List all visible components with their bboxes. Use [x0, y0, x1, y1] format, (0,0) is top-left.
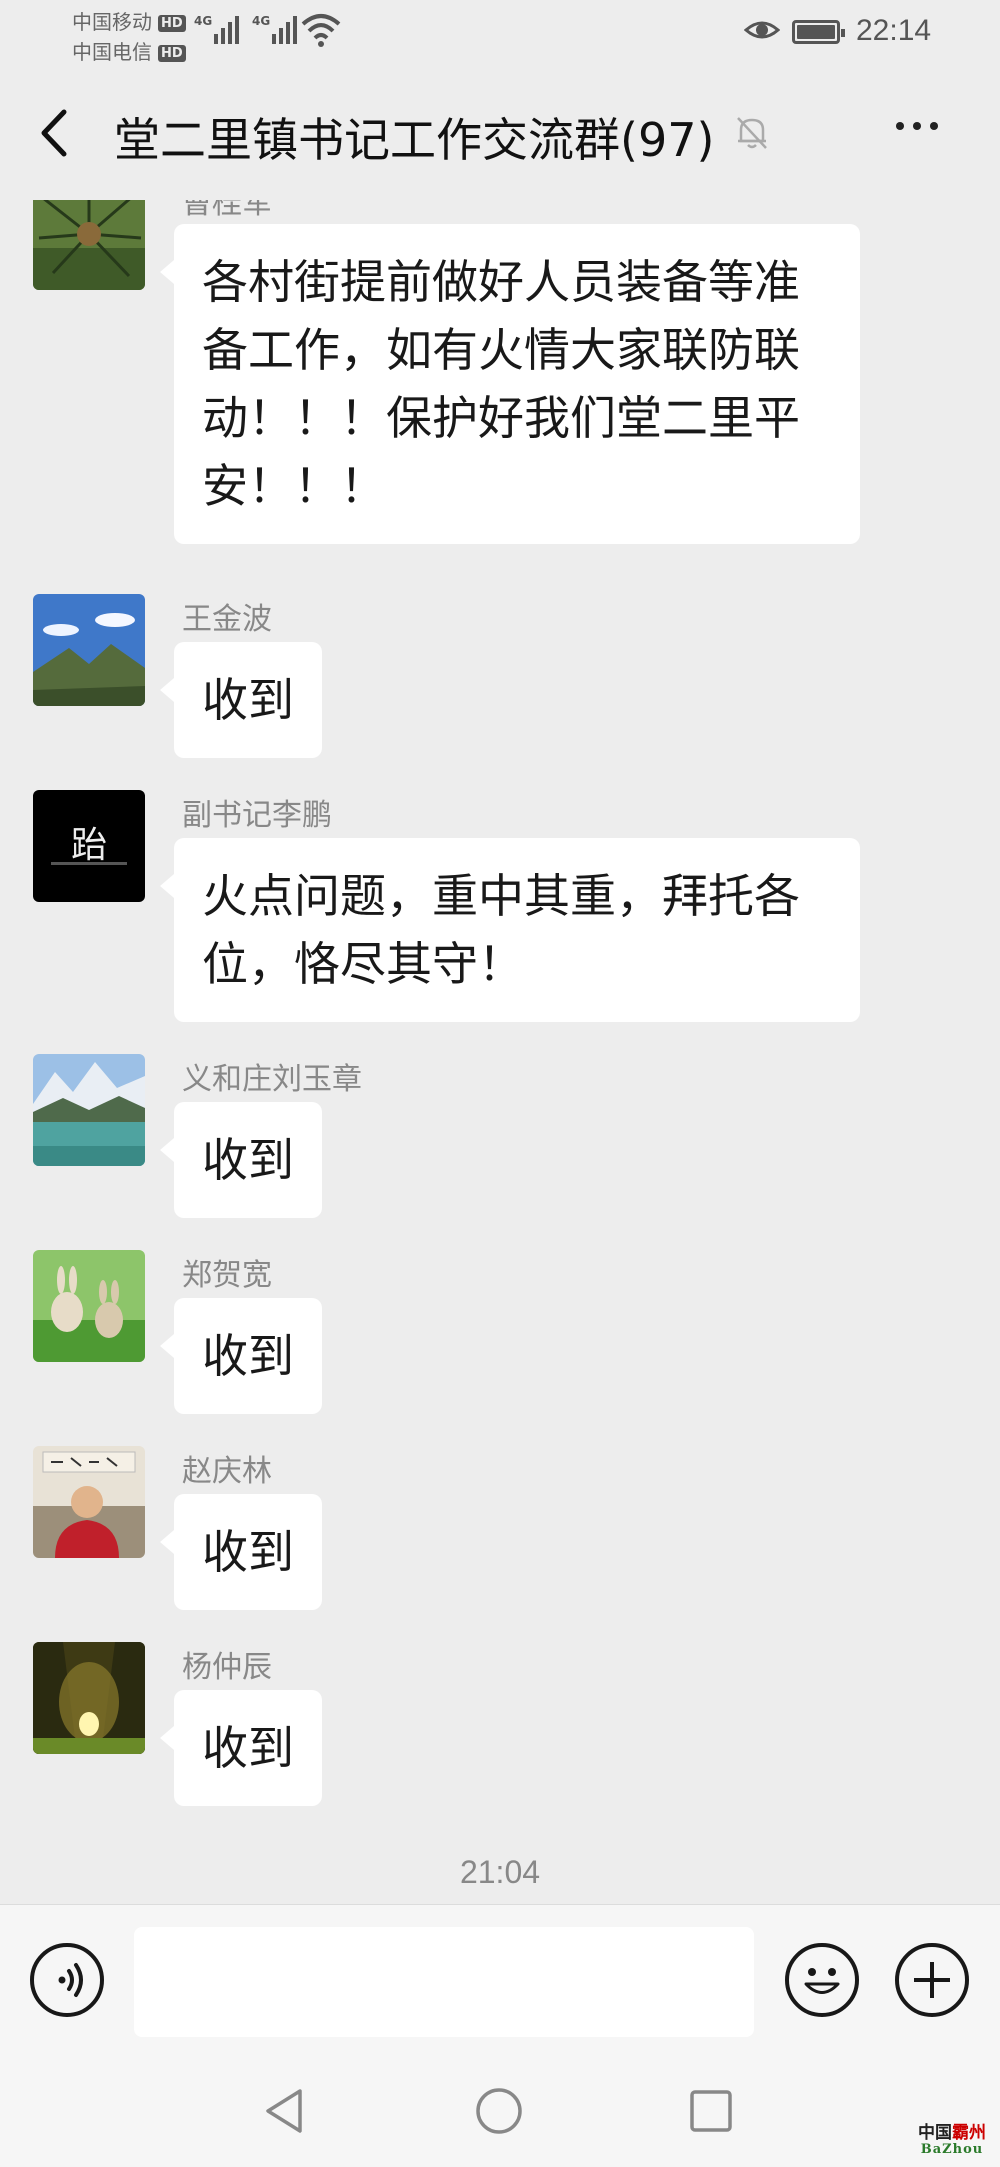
- triangle-back-icon[interactable]: [262, 2086, 306, 2136]
- message-text: 收到: [202, 1525, 294, 1579]
- avatar[interactable]: [33, 1250, 145, 1362]
- message-bubble[interactable]: 收到: [160, 642, 322, 758]
- carrier-label-primary: 中国移动 HD: [72, 6, 186, 35]
- message-bubble[interactable]: 收到: [160, 1102, 322, 1218]
- avatar[interactable]: 跆: [33, 790, 145, 902]
- input-bar: [0, 1904, 1000, 2060]
- hd-badge: HD: [158, 45, 186, 62]
- status-time: 22:14: [856, 14, 932, 47]
- chevron-left-icon[interactable]: [36, 106, 72, 160]
- sender-name: 义和庄刘玉章: [182, 1062, 362, 1097]
- sender-name: 曹桂军: [182, 200, 272, 221]
- avatar[interactable]: [33, 200, 145, 290]
- carrier-label-secondary: 中国电信 HD: [72, 36, 186, 65]
- emoji-icon[interactable]: [785, 1943, 859, 2017]
- network-type-label: 4G: [194, 14, 213, 28]
- message-text-line: 各村街提前做好人员装备等准: [202, 255, 800, 309]
- sender-name: 王金波: [182, 602, 272, 637]
- message-bubble[interactable]: 各村街提前做好人员装备等准 备工作，如有火情大家联防联 动！！！保护好我们堂二里…: [160, 224, 860, 544]
- message-text-line: 位，恪尽其守！: [202, 937, 524, 991]
- carrier-name-primary: 中国移动: [72, 10, 152, 34]
- avatar-text: 跆: [70, 825, 107, 866]
- sender-name: 赵庆林: [182, 1454, 272, 1489]
- message-text: 收到: [202, 673, 294, 727]
- sender-name: 郑贺宽: [182, 1258, 272, 1293]
- plus-icon[interactable]: [895, 1943, 969, 2017]
- message-bubble[interactable]: 收到: [160, 1494, 322, 1610]
- message-text-line: 备工作，如有火情大家联防联: [202, 323, 800, 377]
- avatar[interactable]: [33, 1054, 145, 1166]
- sender-name: 副书记李鹏: [182, 798, 332, 833]
- watermark-text: BaZhou: [920, 2141, 984, 2157]
- message-bubble[interactable]: 火点问题，重中其重，拜托各 位，恪尽其守！: [160, 838, 860, 1022]
- hd-badge: HD: [158, 15, 186, 32]
- wifi-icon: [301, 14, 341, 47]
- message-text-line: 安！！！: [202, 459, 386, 513]
- ellipsis-icon[interactable]: [896, 122, 938, 130]
- message-list[interactable]: 曹桂军 各村街提前做好人员装备等准 备工作，如有火情大家联防联 动！！！保护好我…: [0, 200, 1000, 1904]
- bell-muted-icon: [737, 117, 767, 149]
- network-type-label: 4G: [252, 14, 271, 28]
- message-text: 收到: [202, 1721, 294, 1775]
- message-bubble[interactable]: 收到: [160, 1690, 322, 1806]
- time-separator: 21:04: [459, 1854, 541, 1890]
- watermark-logo: 中国霸州 BaZhou: [918, 2124, 986, 2157]
- eye-comfort-icon: [744, 21, 780, 39]
- watermark-text: 中国: [918, 2123, 952, 2144]
- message-text-line: 动！！！保护好我们堂二里平: [202, 391, 800, 445]
- message-text: 收到: [202, 1329, 294, 1383]
- circle-home-icon[interactable]: [474, 2086, 524, 2136]
- square-recent-icon[interactable]: [688, 2088, 734, 2134]
- avatar[interactable]: [33, 1446, 145, 1558]
- watermark-text: 霸州: [952, 2123, 986, 2144]
- message-bubble[interactable]: 收到: [160, 1298, 322, 1414]
- message-text-line: 火点问题，重中其重，拜托各: [202, 869, 800, 923]
- chat-header: 堂二里镇书记工作交流群(97): [0, 66, 1000, 200]
- message-input[interactable]: [134, 1927, 754, 2037]
- status-bar: 中国移动 HD 中国电信 HD 4G 4G 22:14: [0, 0, 1000, 66]
- avatar[interactable]: [33, 594, 145, 706]
- system-nav-bar: 中国霸州 BaZhou: [0, 2060, 1000, 2167]
- message-text: 收到: [202, 1133, 294, 1187]
- avatar[interactable]: [33, 1642, 145, 1754]
- battery-icon: [792, 20, 845, 44]
- chat-title: 堂二里镇书记工作交流群(97): [114, 113, 715, 167]
- voice-icon[interactable]: [30, 1943, 104, 2017]
- sender-name: 杨仲辰: [182, 1650, 272, 1685]
- carrier-name-secondary: 中国电信: [72, 40, 152, 64]
